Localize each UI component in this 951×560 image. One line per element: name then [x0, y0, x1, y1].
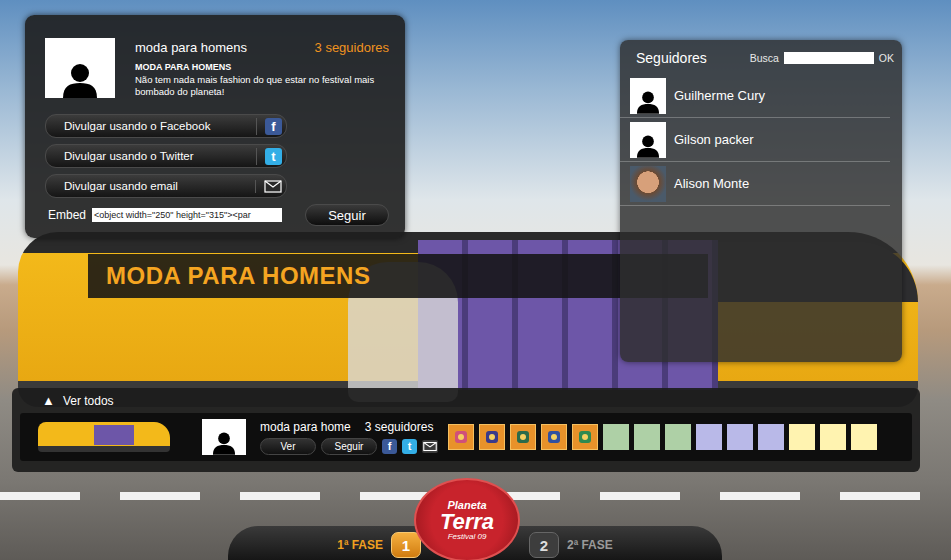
empty-badge[interactable] — [758, 424, 784, 450]
badge-symbol-icon — [482, 427, 502, 447]
badge-symbol-icon — [451, 427, 471, 447]
share-button[interactable]: Divulgar usando o Twittert — [45, 144, 287, 168]
empty-badge[interactable] — [727, 424, 753, 450]
badge-icon[interactable] — [479, 424, 505, 450]
phase-item[interactable]: 1ª FASE1 — [337, 532, 421, 558]
badge-icon[interactable] — [448, 424, 474, 450]
facebook-icon[interactable]: f — [382, 439, 397, 454]
bar-avatar — [202, 419, 246, 455]
up-arrow-icon: ▲ — [42, 393, 55, 408]
follower-avatar — [630, 122, 666, 158]
bar-name: moda para home — [260, 420, 351, 434]
embed-field[interactable]: <object width="250" height="315"><par — [92, 208, 282, 222]
person-icon — [635, 90, 661, 114]
view-button[interactable]: Ver — [260, 438, 316, 455]
profile-avatar — [45, 38, 115, 98]
follower-item[interactable]: Guilherme Cury — [620, 74, 890, 118]
empty-badge[interactable] — [603, 424, 629, 450]
bus-thumbnail[interactable] — [38, 422, 170, 452]
badge-icon[interactable] — [572, 424, 598, 450]
festival-logo[interactable]: PlanetaTerraFestival 09 — [414, 478, 520, 560]
badge-symbol-icon — [544, 427, 564, 447]
bar-followers: 3 seguidores — [365, 420, 434, 434]
phase-item[interactable]: 2ª FASE2 — [529, 532, 613, 558]
badge-icon[interactable] — [541, 424, 567, 450]
embed-label: Embed — [48, 208, 86, 222]
follower-avatar — [630, 78, 666, 114]
empty-badge[interactable] — [851, 424, 877, 450]
empty-badge[interactable] — [634, 424, 660, 450]
profile-name: moda para homens — [135, 40, 247, 55]
share-button[interactable]: Divulgar usando o Facebookf — [45, 114, 287, 138]
page: MODA PARA HOMENS moda para homens 3 seguid… — [0, 0, 951, 560]
person-icon — [211, 431, 237, 455]
search-label: Busca — [750, 52, 779, 64]
empty-badge[interactable] — [789, 424, 815, 450]
profile-description: Não tem nada mais fashion do que estar n… — [135, 74, 389, 98]
profile-headline: MODA PARA HOMENS — [135, 62, 389, 72]
facebook-icon: f — [265, 118, 282, 135]
twitter-icon[interactable]: t — [402, 439, 417, 454]
empty-badge[interactable] — [665, 424, 691, 450]
person-icon — [60, 62, 100, 98]
follow-button[interactable]: Seguir — [305, 204, 389, 226]
badge-symbol-icon — [575, 427, 595, 447]
followers-panel: Seguidores Busca OK Guilherme Cury Gilson pa… — [620, 40, 902, 362]
bottom-bar: ▲Ver todos moda para home 3 seguidores Ver S… — [12, 388, 920, 472]
phase-number: 1 — [391, 532, 421, 558]
follower-item[interactable]: Alison Monte — [620, 162, 890, 206]
follower-item[interactable]: Gilson packer — [620, 118, 890, 162]
search-field[interactable] — [784, 52, 874, 64]
empty-badge[interactable] — [696, 424, 722, 450]
envelope-icon — [264, 180, 282, 193]
bar-follow-button[interactable]: Seguir — [321, 438, 377, 455]
search-ok-button[interactable]: OK — [879, 52, 894, 64]
follower-name: Alison Monte — [674, 176, 749, 191]
badge-icon[interactable] — [510, 424, 536, 450]
follower-photo — [630, 166, 666, 202]
phase-number: 2 — [529, 532, 559, 558]
person-icon — [635, 134, 661, 158]
share-button[interactable]: Divulgar usando email — [45, 174, 287, 198]
bus-banner: MODA PARA HOMENS — [88, 254, 708, 298]
profile-panel: moda para homens 3 seguidores MODA PARA HO… — [25, 15, 405, 238]
followers-title: Seguidores — [636, 50, 707, 66]
twitter-icon: t — [265, 148, 282, 165]
followers-count[interactable]: 3 seguidores — [315, 40, 389, 55]
envelope-icon[interactable] — [422, 440, 438, 453]
badge-symbol-icon — [513, 427, 533, 447]
follower-name: Gilson packer — [674, 132, 753, 147]
follower-name: Guilherme Cury — [674, 88, 765, 103]
empty-badge[interactable] — [820, 424, 846, 450]
see-all-toggle[interactable]: ▲Ver todos — [20, 393, 912, 408]
